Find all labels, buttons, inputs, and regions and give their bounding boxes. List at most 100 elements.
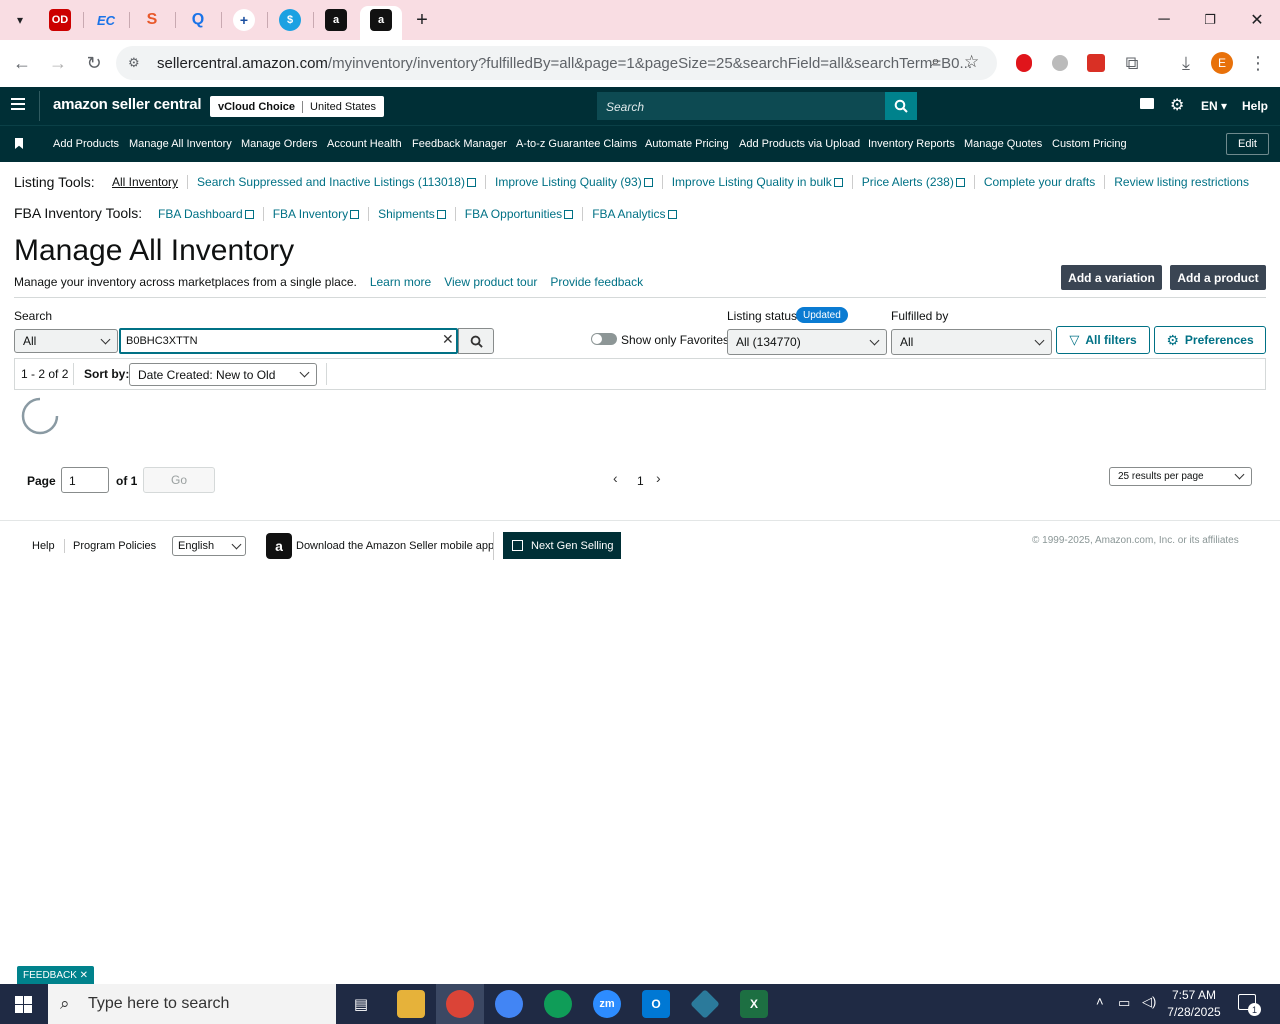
nav-feedback-manager[interactable]: Feedback Manager (412, 138, 507, 150)
extensions-puzzle-icon[interactable]: ⧉ (1120, 51, 1144, 75)
forward-icon[interactable]: → (46, 51, 70, 75)
chrome-icon[interactable] (446, 990, 474, 1018)
taskbar-clock[interactable]: 7:57 AM 7/28/2025 (1166, 987, 1222, 1021)
header-search-input[interactable]: Search (597, 92, 885, 120)
bookmark-icon[interactable] (15, 138, 23, 149)
nav-manage-quotes[interactable]: Manage Quotes (964, 138, 1042, 150)
nav-a-to-z-claims[interactable]: A-to-z Guarantee Claims (516, 138, 637, 150)
taskbar-search-input[interactable]: ⌕ Type here to search (48, 984, 336, 1024)
clear-search-icon[interactable]: ✕ (442, 331, 454, 348)
nav-manage-all-inventory[interactable]: Manage All Inventory (129, 138, 232, 150)
all-inventory-link[interactable]: All Inventory (112, 175, 178, 189)
results-per-page-select[interactable]: 25 results per page (1109, 467, 1252, 486)
nav-manage-orders[interactable]: Manage Orders (241, 138, 317, 150)
fulfilled-by-select[interactable]: All (891, 329, 1052, 355)
improve-quality-link[interactable]: Improve Listing Quality (93) (495, 175, 653, 189)
previous-page-icon[interactable]: ‹ (613, 470, 618, 486)
next-page-icon[interactable]: › (656, 470, 661, 486)
settings-gear-icon[interactable]: ⚙ (1170, 95, 1184, 115)
nav-add-products[interactable]: Add Products (53, 138, 119, 150)
preferences-button[interactable]: ⚙ Preferences (1154, 326, 1266, 354)
site-info-icon[interactable]: ⚙ (128, 55, 140, 71)
next-gen-selling-button[interactable]: Next Gen Selling (503, 532, 621, 559)
search-scope-select[interactable]: All (14, 329, 118, 353)
new-tab-button[interactable]: + (410, 8, 434, 32)
improve-quality-bulk-link[interactable]: Improve Listing Quality in bulk (672, 175, 843, 189)
tab-search-chevron-icon[interactable]: ▾ (8, 8, 32, 32)
program-policies-link[interactable]: Program Policies (73, 540, 156, 552)
nav-inventory-reports[interactable]: Inventory Reports (868, 138, 955, 150)
close-window-icon[interactable]: ✕ (1245, 8, 1269, 32)
browser-menu-icon[interactable]: ⋮ (1246, 51, 1270, 75)
add-variation-button[interactable]: Add a variation (1061, 265, 1162, 290)
fba-analytics-link[interactable]: FBA Analytics (592, 207, 677, 221)
bookmark-star-icon[interactable]: ☆ (964, 52, 979, 72)
all-filters-button[interactable]: ▽ All filters (1056, 326, 1150, 354)
extension-stop-icon[interactable] (1012, 51, 1036, 75)
excel-icon[interactable]: X (740, 990, 768, 1018)
active-tab[interactable]: a (360, 6, 402, 40)
zoom-app-icon[interactable]: zm (593, 990, 621, 1018)
windows-start-icon[interactable] (15, 996, 32, 1013)
sort-select[interactable]: Date Created: New to Old (129, 363, 317, 386)
tab-amazon-icon[interactable]: a (325, 9, 347, 31)
go-button[interactable]: Go (143, 467, 215, 493)
suppressed-listings-link[interactable]: Search Suppressed and Inactive Listings … (197, 175, 476, 189)
fba-opportunities-link[interactable]: FBA Opportunities (465, 207, 574, 221)
add-product-button[interactable]: Add a product (1170, 265, 1266, 290)
header-search-button[interactable] (885, 92, 917, 120)
download-icon[interactable]: ⤓ (1174, 51, 1198, 75)
tab-quote-icon[interactable]: Q (187, 9, 209, 31)
mail-icon[interactable] (1140, 98, 1154, 109)
listing-status-select[interactable]: All (134770) (727, 329, 887, 355)
chrome-profile-icon[interactable] (495, 990, 523, 1018)
provide-feedback-link[interactable]: Provide feedback (550, 275, 643, 289)
fba-inventory-link[interactable]: FBA Inventory (273, 207, 360, 221)
extension-pdf-icon[interactable] (1084, 51, 1108, 75)
product-tour-link[interactable]: View product tour (444, 275, 537, 289)
fba-dashboard-link[interactable]: FBA Dashboard (158, 207, 254, 221)
search-button[interactable] (458, 328, 494, 354)
tab-office-depot-icon[interactable]: OD (49, 9, 71, 31)
back-icon[interactable]: ← (10, 51, 34, 75)
network-icon[interactable]: ▭ (1118, 995, 1130, 1011)
amazon-app-icon[interactable]: a (266, 533, 292, 559)
feedback-tab[interactable]: FEEDBACK ✕ (17, 966, 95, 984)
extension-globe-icon[interactable] (1048, 51, 1072, 75)
zoom-icon[interactable]: ⌕ (931, 53, 940, 71)
profile-avatar[interactable]: E (1210, 51, 1234, 75)
complete-drafts-link[interactable]: Complete your drafts (984, 175, 1095, 189)
nav-edit-button[interactable]: Edit (1226, 133, 1269, 155)
nav-automate-pricing[interactable]: Automate Pricing (645, 138, 729, 150)
language-selector[interactable]: EN ▾ (1201, 99, 1227, 113)
app-diamond-icon[interactable] (690, 989, 720, 1019)
chrome-profile-2-icon[interactable] (544, 990, 572, 1018)
reload-icon[interactable]: ↻ (82, 51, 106, 75)
download-app-link[interactable]: Download the Amazon Seller mobile app (296, 540, 494, 552)
learn-more-link[interactable]: Learn more (370, 275, 431, 289)
nav-custom-pricing[interactable]: Custom Pricing (1052, 138, 1127, 150)
tab-swirl-icon[interactable]: S (141, 9, 163, 31)
search-input[interactable]: B0BHC3XTTN ✕ (119, 328, 458, 354)
current-page[interactable]: 1 (637, 474, 644, 488)
tab-dollar-icon[interactable]: $ (279, 9, 301, 31)
review-restrictions-link[interactable]: Review listing restrictions (1114, 175, 1249, 189)
tab-plus-circle-icon[interactable]: + (233, 9, 255, 31)
page-number-input[interactable]: 1 (61, 467, 109, 493)
restore-icon[interactable]: ❐ (1198, 8, 1222, 32)
file-explorer-icon[interactable] (397, 990, 425, 1018)
nav-add-products-upload[interactable]: Add Products via Upload (739, 138, 860, 150)
marketplace-switcher[interactable]: vCloud Choice United States (210, 96, 385, 117)
minimize-icon[interactable]: ─ (1152, 8, 1176, 32)
favorites-toggle[interactable] (591, 333, 617, 345)
footer-language-select[interactable]: English (172, 536, 246, 556)
task-view-icon[interactable]: ▤ (347, 990, 375, 1018)
address-bar[interactable]: ⚙ sellercentral.amazon.com/myinventory/i… (116, 46, 997, 80)
price-alerts-link[interactable]: Price Alerts (238) (862, 175, 965, 189)
nav-account-health[interactable]: Account Health (327, 138, 402, 150)
help-link[interactable]: Help (1242, 99, 1268, 113)
footer-help-link[interactable]: Help (32, 540, 55, 552)
hamburger-menu-icon[interactable] (11, 98, 25, 110)
tab-ec-icon[interactable]: EC (95, 9, 117, 31)
outlook-icon[interactable]: O (642, 990, 670, 1018)
